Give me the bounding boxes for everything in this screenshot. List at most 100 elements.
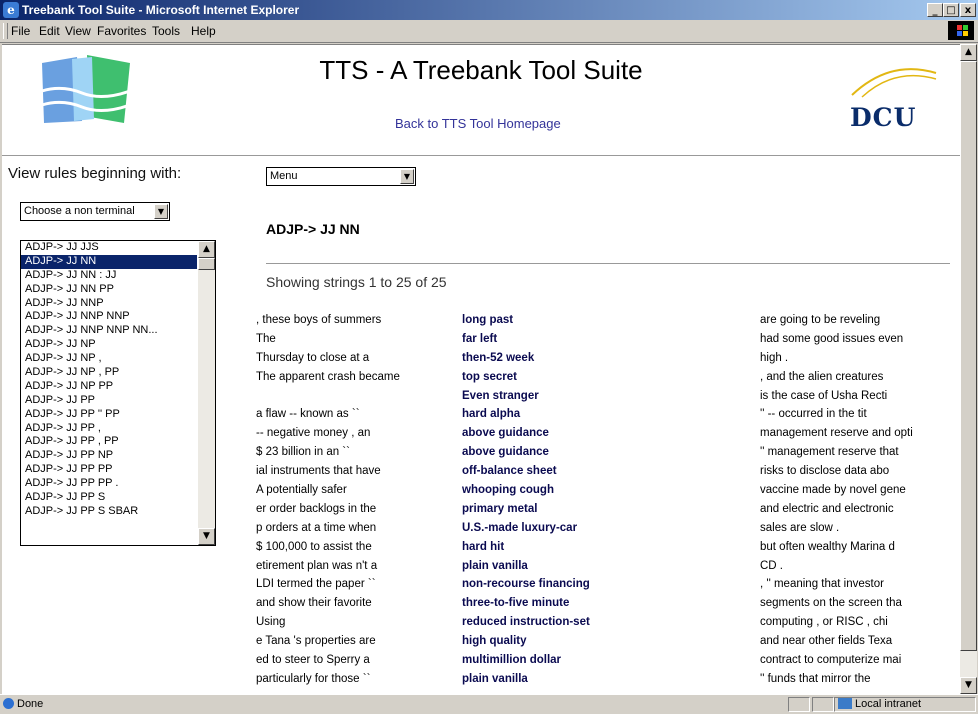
right-context-cell: contract to computerize mai [760, 654, 902, 667]
rule-list-item[interactable]: ADJP-> JJ PP S SBAR [21, 505, 197, 519]
match-cell: top secret [462, 370, 517, 383]
status-bar: Done Local intranet [0, 694, 978, 714]
menu-edit[interactable]: Edit [39, 24, 60, 38]
left-context-cell: -- negative money , an [256, 427, 371, 440]
left-context-cell: $ 23 billion in an `` [256, 446, 350, 459]
status-done: Done [17, 698, 44, 710]
menu-help[interactable]: Help [191, 24, 216, 38]
left-context-cell: and show their favorite [256, 597, 372, 610]
left-context-cell [256, 387, 416, 406]
status-text: Done [3, 698, 43, 710]
right-context-cell: high . [760, 351, 789, 364]
rules-list: ADJP-> JJ JJS ADJP-> JJ NN ADJP-> JJ NN : … [21, 241, 215, 519]
menu-favorites[interactable]: Favorites [97, 24, 146, 38]
menu-tools[interactable]: Tools [152, 24, 180, 38]
rule-list-item[interactable]: ADJP-> JJ NNP NNP NN... [21, 324, 197, 338]
rule-list-item[interactable]: ADJP-> JJ PP NP [21, 449, 197, 463]
right-context-cell: and electric and electronic [760, 502, 894, 515]
listbox-scrollbar[interactable]: ▲ ▼ [198, 241, 215, 545]
right-context-cell: sales are slow . [760, 521, 840, 534]
dcu-swoosh-icon [851, 68, 937, 98]
match-cell: three-to-five minute [462, 597, 570, 610]
status-pane [812, 697, 834, 712]
right-context-cell: computing , or RISC , chi [760, 616, 888, 629]
minimize-button[interactable]: _ [927, 3, 943, 17]
rule-list-item[interactable]: ADJP-> JJ NP , PP [21, 366, 197, 380]
menu-view[interactable]: View [65, 24, 91, 38]
match-cell: hard alpha [462, 408, 521, 421]
rule-title: ADJP-> JJ NN [266, 221, 360, 237]
rule-list-item[interactable]: ADJP-> JJ PP PP . [21, 477, 197, 491]
rule-divider [266, 263, 950, 264]
nonterminal-select[interactable]: Choose a non terminal ▼ [20, 202, 170, 221]
right-context-cell: management reserve and opti [760, 427, 913, 440]
status-pane [788, 697, 810, 712]
right-context-cell: are going to be reveling [760, 314, 881, 326]
left-context-cell: etirement plan was n't a [256, 559, 378, 572]
scroll-down-icon[interactable]: ▼ [960, 677, 977, 694]
scroll-down-icon[interactable]: ▼ [198, 528, 215, 545]
rule-list-item[interactable]: ADJP-> JJ PP , PP [21, 435, 197, 449]
left-context-cell: particularly for those `` [256, 672, 371, 685]
chevron-down-icon[interactable]: ▼ [154, 204, 168, 219]
maximize-button[interactable]: □ [943, 3, 959, 17]
match-cell: multimillion dollar [462, 654, 562, 667]
right-context-column: are going to be reveling had some good is… [760, 311, 955, 689]
rule-list-item[interactable]: ADJP-> JJ PP [21, 394, 197, 408]
right-context-cell: vaccine made by novel gene [760, 484, 906, 497]
listbox-scroll-thumb[interactable] [198, 258, 215, 270]
match-cell: primary metal [462, 502, 538, 515]
left-context-cell: a flaw -- known as `` [256, 408, 360, 421]
match-cell: whooping cough [462, 484, 554, 497]
rule-list-item[interactable]: ADJP-> JJ NP [21, 338, 197, 352]
right-context-cell: is the case of Usha Recti [760, 389, 888, 402]
rule-list-item[interactable]: ADJP-> JJ NN PP [21, 283, 197, 297]
match-cell: U.S.-made luxury-car [462, 521, 578, 534]
scroll-up-icon[interactable]: ▲ [198, 241, 215, 258]
menu-file[interactable]: File [11, 24, 30, 38]
rule-list-item[interactable]: ADJP-> JJ JJS [21, 241, 197, 255]
match-cell: Even stranger [462, 389, 539, 402]
close-button[interactable]: x [960, 3, 976, 17]
chevron-down-icon[interactable]: ▼ [400, 169, 414, 184]
match-cell: above guidance [462, 446, 549, 459]
right-context-cell: had some good issues even [760, 332, 904, 345]
rule-list-item[interactable]: ADJP-> JJ PP PP [21, 463, 197, 477]
back-to-homepage-link[interactable]: Back to TTS Tool Homepage [395, 116, 561, 131]
zone-label: Local intranet [855, 698, 922, 710]
scroll-up-icon[interactable]: ▲ [960, 44, 977, 61]
match-cell: plain vanilla [462, 672, 528, 685]
page-icon [3, 698, 14, 709]
rule-list-item[interactable]: ADJP-> JJ PP S [21, 491, 197, 505]
match-cell: non-recourse financing [462, 578, 590, 591]
match-column: long past far left then-52 week top secret E… [462, 311, 642, 689]
page-scrollbar[interactable]: ▲ ▼ [960, 44, 977, 694]
left-context-cell: ed to steer to Sperry a [256, 654, 370, 667]
rule-list-item[interactable]: ADJP-> JJ PP '' PP [21, 408, 197, 422]
left-context-column: , these boys of summers The Thursday to cl… [256, 311, 416, 689]
rule-list-item[interactable]: ADJP-> JJ NNP NNP [21, 310, 197, 324]
left-context-cell: $ 100,000 to assist the [256, 540, 372, 553]
right-context-cell: but often wealthy Marina d [760, 540, 895, 553]
left-context-cell: LDI termed the paper `` [256, 578, 376, 591]
rules-listbox[interactable]: ADJP-> JJ JJS ADJP-> JJ NN ADJP-> JJ NN : … [20, 240, 216, 546]
right-context-cell: '' management reserve that [760, 446, 899, 459]
rule-list-item[interactable]: ADJP-> JJ NNP [21, 297, 197, 311]
nonterminal-select-value: Choose a non terminal [24, 205, 135, 217]
page-title: TTS - A Treebank Tool Suite [319, 55, 643, 85]
intranet-icon [838, 698, 852, 709]
rule-list-item[interactable]: ADJP-> JJ NN [21, 254, 197, 269]
rule-list-item[interactable]: ADJP-> JJ PP , [21, 422, 197, 436]
match-cell: plain vanilla [462, 559, 528, 572]
rule-list-item[interactable]: ADJP-> JJ NN : JJ [21, 269, 197, 283]
menu-select[interactable]: Menu ▼ [266, 167, 416, 186]
rule-list-item[interactable]: ADJP-> JJ NP , [21, 352, 197, 366]
header-divider [2, 155, 960, 156]
page-scroll-thumb[interactable] [960, 61, 977, 651]
window-title: Treebank Tool Suite - Microsoft Internet… [22, 3, 300, 17]
toolbar-grip [3, 23, 8, 39]
rule-list-item[interactable]: ADJP-> JJ NP PP [21, 380, 197, 394]
match-cell: then-52 week [462, 351, 535, 364]
left-context-cell: A potentially safer [256, 484, 347, 497]
left-context-cell: ial instruments that have [256, 465, 381, 478]
